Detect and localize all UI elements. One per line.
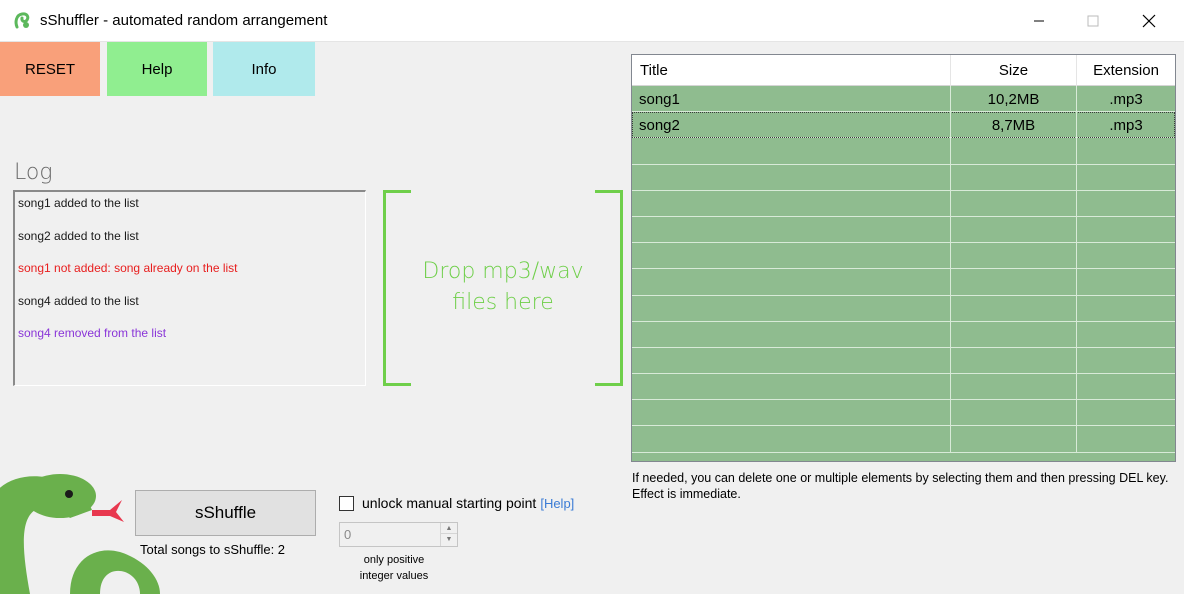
log-entry: song4 added to the list xyxy=(18,294,139,308)
manual-start-row: unlock manual starting point [Help] xyxy=(339,495,574,511)
cell-size: 8,7MB xyxy=(951,112,1077,139)
drop-zone-line1: Drop mp3/wav xyxy=(422,259,584,284)
snake-app-icon xyxy=(14,12,30,29)
stepper-note-line2: integer values xyxy=(359,570,429,582)
table-body: song1 10,2MB .mp3 song2 8,7MB .mp3 xyxy=(632,86,1175,453)
close-icon xyxy=(1142,14,1156,28)
cell-extension: .mp3 xyxy=(1109,90,1143,108)
window-title: sShuffler - automated random arrangement xyxy=(40,12,328,29)
title-bar: sShuffler - automated random arrangement xyxy=(0,0,1184,42)
empty-row xyxy=(632,374,1175,401)
starting-point-value[interactable]: 0 xyxy=(344,527,351,542)
cell-title: song2 xyxy=(632,112,951,139)
log-entry: song4 removed from the list xyxy=(18,326,167,340)
column-header-extension[interactable]: Extension xyxy=(1077,55,1175,86)
column-header-size[interactable]: Size xyxy=(951,55,1077,86)
drop-zone[interactable]: Drop mp3/wav files here xyxy=(383,190,623,386)
stepper-note: only positive integer values xyxy=(352,552,436,584)
reset-button[interactable]: RESET xyxy=(0,42,100,96)
stepper-note-line1: only positive xyxy=(363,554,425,566)
table-row[interactable]: song2 8,7MB .mp3 xyxy=(632,112,1175,139)
sshuffle-button[interactable]: sShuffle xyxy=(135,490,316,536)
log-box[interactable]: song1 added to the list song2 added to t… xyxy=(13,190,366,386)
maximize-button[interactable] xyxy=(1070,0,1116,42)
delete-hint: If needed, you can delete one or multipl… xyxy=(632,471,1169,501)
minimize-icon xyxy=(1034,20,1044,22)
manual-start-help-link[interactable]: [Help] xyxy=(540,496,574,511)
drop-zone-line2: files here xyxy=(452,290,554,315)
maximize-icon xyxy=(1087,15,1099,27)
log-title: Log xyxy=(14,160,53,185)
cell-size: 10,2MB xyxy=(951,86,1077,112)
log-entry: song1 added to the list xyxy=(18,196,139,210)
empty-row xyxy=(632,321,1175,348)
empty-row xyxy=(632,269,1175,296)
manual-start-label[interactable]: unlock manual starting point xyxy=(362,495,536,511)
log-entry: song2 added to the list xyxy=(18,229,139,243)
total-songs-label: Total songs to sShuffle: 2 xyxy=(140,542,286,557)
column-header-title[interactable]: Title xyxy=(632,55,951,86)
stepper-down-arrow-icon[interactable]: ▼ xyxy=(441,534,457,545)
manual-start-checkbox[interactable] xyxy=(339,495,354,511)
minimize-button[interactable] xyxy=(1016,0,1062,42)
log-entry: song1 not added: song already on the lis… xyxy=(18,261,238,275)
close-button[interactable] xyxy=(1126,0,1172,42)
empty-row xyxy=(632,347,1175,375)
empty-row xyxy=(632,426,1175,453)
songs-table[interactable]: Title Size Extension song1 10,2MB .mp3 s… xyxy=(631,54,1176,462)
table-row[interactable]: song1 10,2MB .mp3 xyxy=(632,86,1175,113)
empty-row xyxy=(632,216,1175,244)
empty-row xyxy=(632,243,1175,270)
help-button[interactable]: Help xyxy=(107,42,207,96)
empty-row xyxy=(632,295,1175,322)
empty-row xyxy=(632,164,1175,191)
empty-row xyxy=(632,190,1175,217)
stepper-buttons: ▲ ▼ xyxy=(440,523,457,546)
info-button[interactable]: Info xyxy=(213,42,315,96)
empty-row xyxy=(632,138,1175,165)
starting-point-stepper[interactable]: 0 ▲ ▼ xyxy=(339,522,458,547)
cell-extension: .mp3 xyxy=(1109,116,1143,134)
stepper-up-arrow-icon[interactable]: ▲ xyxy=(441,523,457,534)
empty-row xyxy=(632,400,1175,427)
drop-zone-text: Drop mp3/wav files here xyxy=(383,256,623,318)
table-header: Title Size Extension xyxy=(632,55,1175,86)
cell-title: song1 xyxy=(632,86,951,112)
